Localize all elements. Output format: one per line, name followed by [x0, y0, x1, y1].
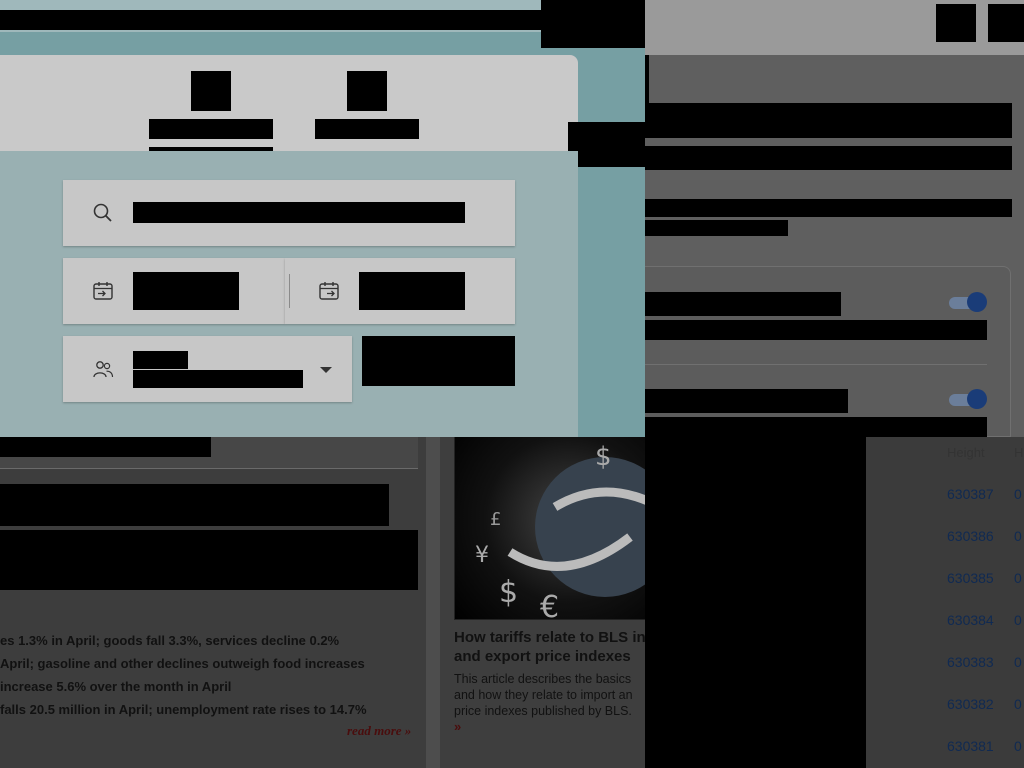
svg-text:$: $ [499, 575, 518, 610]
checkout-date-value [359, 272, 465, 310]
article-desc-line-3: price indexes published by BLS. [454, 704, 632, 718]
block-next-cell: 0 [1014, 528, 1022, 544]
article-title[interactable]: How tariffs relate to BLS in and export … [454, 628, 645, 666]
setting-2-desc [645, 417, 987, 437]
news-item-3[interactable]: increase 5.6% over the month in April [0, 679, 231, 694]
svg-text:$: $ [595, 442, 612, 472]
settings-heading-2 [645, 146, 1012, 170]
article-description: This article describes the basics and ho… [454, 671, 645, 719]
news-headline [0, 484, 389, 526]
hotel-search-panel [0, 0, 645, 437]
date-divider [289, 274, 290, 308]
tab-second-label[interactable] [315, 119, 419, 139]
block-height-link[interactable]: 630383 [947, 654, 994, 670]
tab-hotels-label[interactable] [149, 119, 273, 139]
block-height-link[interactable]: 630384 [947, 612, 994, 628]
read-more-link[interactable]: read more » [347, 723, 411, 739]
checkout-date-field[interactable] [285, 258, 515, 324]
setting-1-desc [645, 320, 987, 340]
block-height-link[interactable]: 630386 [947, 528, 994, 544]
article-desc-line-1: This article describes the basics [454, 672, 632, 686]
news-lead [0, 530, 418, 590]
search-icon [92, 202, 114, 224]
setting-1-title [645, 292, 841, 316]
calendar-checkout-icon [318, 280, 340, 302]
setting-divider [645, 364, 987, 365]
news-item-4[interactable]: falls 20.5 million in April; unemploymen… [0, 702, 367, 717]
setting-2-title [645, 389, 848, 413]
search-form [0, 151, 578, 437]
search-button[interactable] [362, 336, 515, 386]
tab-second-icon[interactable] [347, 71, 387, 111]
block-next-cell: 0 [1014, 612, 1022, 628]
checkin-date-field[interactable] [63, 258, 285, 324]
redacted-side-block [568, 122, 645, 167]
setting-1-toggle[interactable] [949, 291, 987, 313]
topbar-action-2[interactable] [988, 4, 1024, 42]
news-item-1[interactable]: es 1.3% in April; goods fall 3.3%, servi… [0, 633, 339, 648]
destination-search-input[interactable] [63, 180, 515, 246]
column-header-height: Height [947, 445, 985, 460]
setting-2-toggle[interactable] [949, 388, 987, 410]
blocks-table: Height H 630387 0 630386 0 630385 0 6303… [866, 437, 1024, 768]
topbar-action-1[interactable] [936, 4, 976, 42]
block-height-link[interactable]: 630387 [947, 486, 994, 502]
toggle-knob [967, 389, 987, 409]
mode-tabs-card [0, 55, 578, 151]
settings-heading [645, 103, 1012, 138]
guests-value [133, 370, 303, 388]
article-desc-line-2: and how they relate to import an [454, 688, 633, 702]
svg-text:€: € [540, 590, 559, 620]
guests-label [133, 351, 188, 369]
globe-currency-image[interactable]: £ ¥ $ € $ [454, 437, 645, 625]
toggle-knob [967, 292, 987, 312]
settings-panel [645, 0, 1024, 437]
block-next-cell: 0 [1014, 738, 1022, 754]
svg-text:£: £ [490, 509, 501, 530]
block-height-link[interactable]: 630381 [947, 738, 994, 754]
news-item-2[interactable]: April; gasoline and other declines outwe… [0, 656, 365, 671]
destination-placeholder [133, 202, 465, 223]
redacted-middle-block [645, 437, 866, 768]
block-next-cell: 0 [1014, 486, 1022, 502]
article-title-line-2: and export price indexes [454, 648, 631, 665]
settings-description-2 [645, 220, 788, 236]
calendar-checkin-icon [92, 280, 114, 302]
article-title-line-1: How tariffs relate to BLS in [454, 629, 645, 646]
column-header-next: H [1014, 445, 1024, 460]
caret-down-icon[interactable] [315, 358, 337, 380]
block-height-link[interactable]: 630382 [947, 696, 994, 712]
block-next-cell: 0 [1014, 696, 1022, 712]
guests-selector[interactable] [63, 336, 352, 402]
news-column-divider [426, 437, 440, 768]
redacted-header-block [541, 0, 645, 48]
svg-text:¥: ¥ [475, 543, 489, 568]
block-height-link[interactable]: 630385 [947, 570, 994, 586]
news-subheader-text [0, 437, 211, 457]
guests-icon [92, 358, 114, 380]
checkin-date-value [133, 272, 239, 310]
article-panel: £ ¥ $ € $ How tariffs relate to BLS in a… [440, 437, 645, 768]
news-panel: es 1.3% in April; goods fall 3.3%, servi… [0, 437, 440, 768]
settings-description [645, 199, 1012, 217]
article-more-link[interactable]: » [454, 719, 461, 734]
news-subheader [0, 437, 418, 469]
tab-hotels-icon[interactable] [191, 71, 231, 111]
redacted-header-text [0, 10, 560, 30]
block-next-cell: 0 [1014, 570, 1022, 586]
block-next-cell: 0 [1014, 654, 1022, 670]
